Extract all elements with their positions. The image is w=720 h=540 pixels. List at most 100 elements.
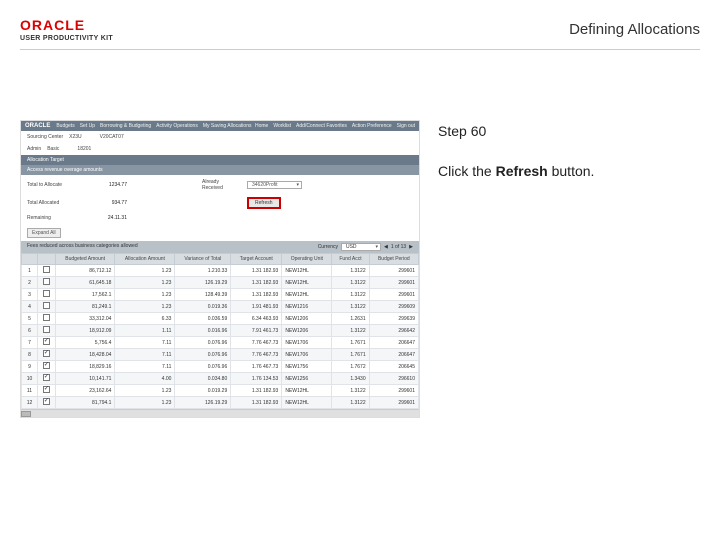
cell-budgeted: 17,562.1 xyxy=(55,289,115,301)
step-label: Step 60 xyxy=(438,120,700,142)
row-checkbox-cell xyxy=(38,373,56,385)
cell-period: 299601 xyxy=(369,397,418,409)
text-post: button. xyxy=(548,163,595,179)
cell-target: 1.31 182.93 xyxy=(231,289,282,301)
row-num: 6 xyxy=(22,325,38,337)
nav-link[interactable]: Home xyxy=(255,123,268,129)
cell-target: 1.31 182.93 xyxy=(231,397,282,409)
refresh-button[interactable]: Refresh xyxy=(247,197,281,209)
cell-alloc: 1.23 xyxy=(115,385,175,397)
row-num: 10 xyxy=(22,373,38,385)
cell-fund: 1.3122 xyxy=(332,385,369,397)
row-checkbox-cell xyxy=(38,277,56,289)
summary-value: 934.77 xyxy=(92,200,127,206)
pager-prev-icon[interactable]: ◀ xyxy=(384,244,388,250)
row-num: 8 xyxy=(22,349,38,361)
row-checkbox[interactable] xyxy=(43,278,50,285)
already-received-select[interactable]: 34620Profit xyxy=(247,181,302,189)
app-filters-2: AdminBasic 18201 xyxy=(21,143,419,155)
content-row: ORACLE Budgets Set Up Borrowing & Budget… xyxy=(20,120,700,418)
cell-fund: 1.3122 xyxy=(332,397,369,409)
row-checkbox[interactable] xyxy=(43,362,50,369)
summary-label: Already Received xyxy=(202,179,237,191)
row-checkbox[interactable] xyxy=(43,290,50,297)
nav-link[interactable]: Add/Connect Favorites xyxy=(296,123,347,129)
row-checkbox[interactable] xyxy=(43,386,50,393)
currency-select[interactable]: USD xyxy=(341,243,381,251)
cell-fund: 1.2631 xyxy=(332,313,369,325)
nav-item[interactable]: Borrowing & Budgeting xyxy=(100,123,151,129)
cell-variance: 128.49.39 xyxy=(175,289,231,301)
nav-item[interactable]: Budgets xyxy=(56,123,74,129)
nav-link[interactable]: Worklist xyxy=(273,123,291,129)
cell-period: 299609 xyxy=(369,301,418,313)
page-title: Defining Allocations xyxy=(569,21,700,38)
cell-period: 299601 xyxy=(369,289,418,301)
section-band-allocation-target: Allocation Target xyxy=(21,155,419,165)
summary-label: Total Allocated xyxy=(27,200,82,206)
section-band-access-revenue: Access revenue overage amounts xyxy=(21,165,419,175)
cell-target: 1.76 467.73 xyxy=(231,361,282,373)
cell-target: 7.76 467.73 xyxy=(231,349,282,361)
cell-ou: NEW12HL xyxy=(282,265,332,277)
nav-item[interactable]: Activity Operations xyxy=(156,123,198,129)
currency-label: Currency xyxy=(318,244,338,250)
col-head xyxy=(22,254,38,265)
cell-fund: 1.3122 xyxy=(332,325,369,337)
cell-fund: 1.3122 xyxy=(332,289,369,301)
row-checkbox[interactable] xyxy=(43,314,50,321)
cell-target: 7.91 461.73 xyxy=(231,325,282,337)
cell-alloc: 7.11 xyxy=(115,337,175,349)
cell-period: 296642 xyxy=(369,325,418,337)
cell-budgeted: 33,312.04 xyxy=(55,313,115,325)
cell-ou: NEW1706 xyxy=(282,337,332,349)
nav-item[interactable]: Set Up xyxy=(80,123,95,129)
row-checkbox[interactable] xyxy=(43,326,50,333)
summary-panel: Total to Allocate 1234.77 Already Receiv… xyxy=(21,175,419,225)
scrollbar-thumb[interactable] xyxy=(21,411,31,417)
row-checkbox[interactable] xyxy=(43,398,50,405)
cell-budgeted: 81,794.1 xyxy=(55,397,115,409)
text-pre: Click the xyxy=(438,163,496,179)
filter-value: 18201 xyxy=(77,146,91,152)
cell-variance: 0.076.96 xyxy=(175,337,231,349)
cell-variance: 0.076.96 xyxy=(175,349,231,361)
cell-alloc: 1.11 xyxy=(115,325,175,337)
text-bold: Refresh xyxy=(496,163,548,179)
row-checkbox[interactable] xyxy=(43,350,50,357)
filter-value: V20CAT07 xyxy=(100,134,124,140)
row-checkbox-cell xyxy=(38,385,56,397)
cell-ou: NEW1756 xyxy=(282,361,332,373)
cell-alloc: 1.23 xyxy=(115,301,175,313)
pager-text: 1 of 13 xyxy=(391,244,406,250)
row-checkbox-cell xyxy=(38,301,56,313)
expand-all-button[interactable]: Expand All xyxy=(27,228,61,238)
row-checkbox[interactable] xyxy=(43,266,50,273)
summary-value: 24.11.31 xyxy=(92,215,127,221)
cell-variance: 0.076.96 xyxy=(175,361,231,373)
cell-target: 1.31 182.93 xyxy=(231,385,282,397)
row-num: 1 xyxy=(22,265,38,277)
summary-label: Remaining xyxy=(27,215,82,221)
cell-ou: NEW12HL xyxy=(282,289,332,301)
pager-next-icon[interactable]: ▶ xyxy=(409,244,413,250)
cell-alloc: 7.11 xyxy=(115,349,175,361)
grid-pager: Currency USD ◀ 1 of 13 ▶ xyxy=(318,243,413,251)
row-checkbox[interactable] xyxy=(43,302,50,309)
nav-item[interactable]: My Saving Allocations xyxy=(203,123,252,129)
cell-fund: 1.3122 xyxy=(332,277,369,289)
row-checkbox[interactable] xyxy=(43,338,50,345)
col-head: Variance of Total xyxy=(175,254,231,265)
row-checkbox-cell xyxy=(38,349,56,361)
cell-ou: NEW1216 xyxy=(282,301,332,313)
cell-ou: NEW12HL xyxy=(282,397,332,409)
row-checkbox[interactable] xyxy=(43,374,50,381)
nav-link[interactable]: Sign out xyxy=(397,123,415,129)
col-head: Target Account xyxy=(231,254,282,265)
filter-value: X23U xyxy=(69,134,82,140)
cell-alloc: 1.23 xyxy=(115,265,175,277)
horizontal-scrollbar[interactable] xyxy=(21,409,419,417)
nav-link[interactable]: Action Preference xyxy=(352,123,392,129)
cell-alloc: 6.33 xyxy=(115,313,175,325)
row-num: 11 xyxy=(22,385,38,397)
